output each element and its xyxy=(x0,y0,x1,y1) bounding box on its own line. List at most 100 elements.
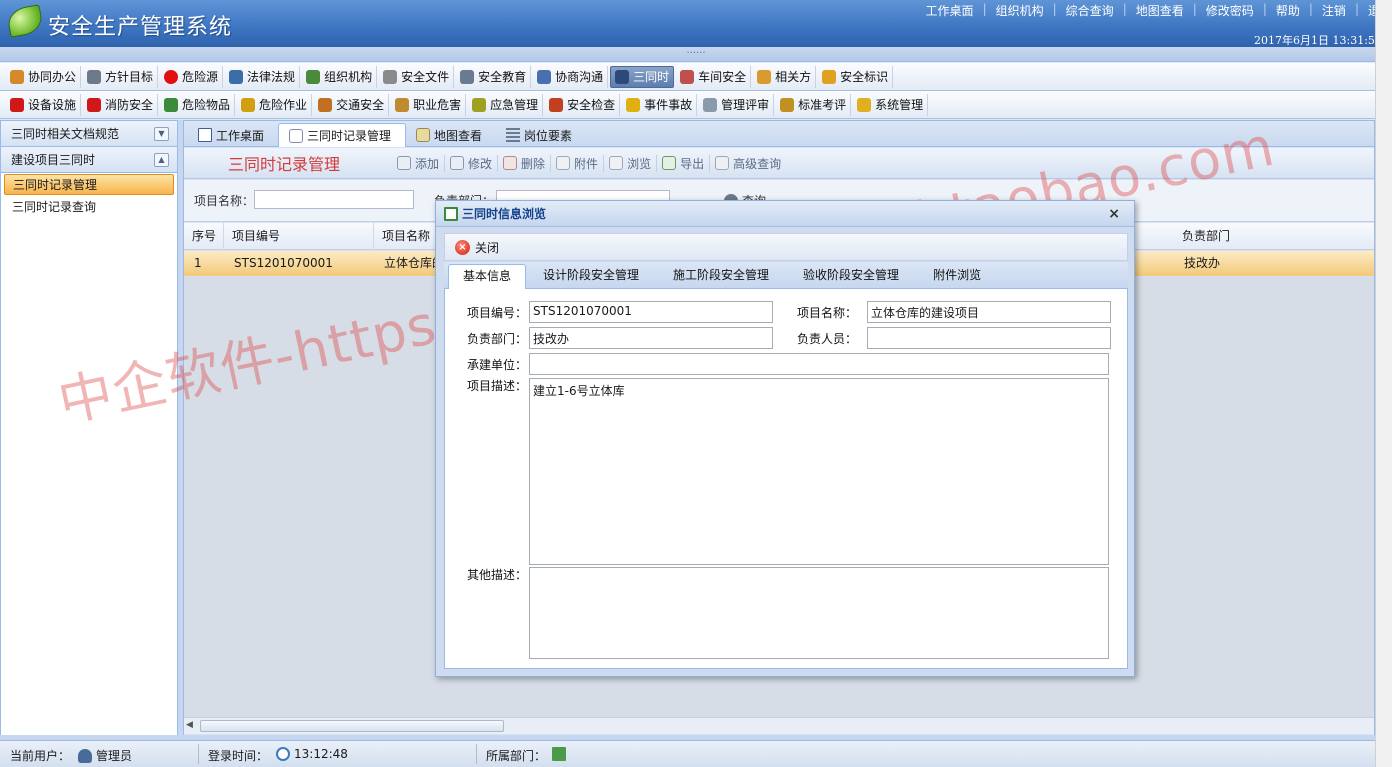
edit-button[interactable]: 修改 xyxy=(445,154,499,172)
module-button-row2-4[interactable]: 交通安全 xyxy=(314,93,390,116)
col-dept[interactable]: 负责部门 xyxy=(1174,223,1374,250)
module-button-row2-7[interactable]: 安全检查 xyxy=(545,93,621,116)
attachment-button[interactable]: 附件 xyxy=(551,154,605,172)
tab-desktop[interactable]: 工作桌面 xyxy=(188,123,278,147)
module-button-row1-3[interactable]: 法律法规 xyxy=(225,65,301,88)
module-button-row2-10[interactable]: 标准考评 xyxy=(776,93,852,116)
contractor-field[interactable] xyxy=(529,353,1109,375)
module-button-row2-2[interactable]: 危险物品 xyxy=(160,93,236,116)
dept-field[interactable]: 技改办 xyxy=(529,327,773,349)
tab-acceptance-safety[interactable]: 验收阶段安全管理 xyxy=(786,264,916,289)
tab-map[interactable]: 地图查看 xyxy=(406,123,496,147)
module-button-row2-8[interactable]: 事件事故 xyxy=(622,93,698,116)
module-button-row1-11[interactable]: 安全标识 xyxy=(818,65,894,88)
module-label: 安全标识 xyxy=(840,70,889,84)
accordion-docs-header[interactable]: 三同时相关文档规范 ▼ xyxy=(1,121,177,147)
status-bar: 当前用户： 管理员 登录时间： 13:12:48 所属部门： xyxy=(0,740,1375,767)
module-button-row1-10[interactable]: 相关方 xyxy=(753,65,817,88)
dialog-title-bar[interactable]: 三同时信息浏览 × xyxy=(436,201,1134,227)
red-dot-icon xyxy=(164,69,179,84)
module-button-row2-1[interactable]: 消防安全 xyxy=(83,93,159,116)
scrollbar-thumb[interactable] xyxy=(200,720,504,732)
module-toolbar-1: 协同办公 方针目标 危险源 法律法规 组织机构 安全文件 安全教育 协商沟通 三同时 车间安全 相关… xyxy=(0,63,1380,91)
edit-icon xyxy=(289,128,304,143)
top-links: 工作桌面| 组织机构| 综合查询| 地图查看| 修改密码| 帮助| 注销| 退出 xyxy=(917,2,1392,18)
tab-desktop-label: 工作桌面 xyxy=(216,128,265,143)
top-link-password[interactable]: 修改密码 xyxy=(1197,2,1263,18)
project-name-field[interactable]: 立体仓库的建设项目 xyxy=(867,301,1111,323)
module-button-row1-0[interactable]: 协同办公 xyxy=(6,65,82,88)
date-time: 2017年6月1日 13:31:54 xyxy=(1254,34,1382,47)
dialog-title: 三同时信息浏览 xyxy=(462,207,547,221)
warning-icon xyxy=(626,97,641,112)
top-link-desktop[interactable]: 工作桌面 xyxy=(917,2,983,18)
module-button-row1-2[interactable]: 危险源 xyxy=(160,65,224,88)
project-name-filter-input[interactable] xyxy=(254,190,414,209)
login-time: 13:12:48 xyxy=(276,747,348,761)
module-button-row2-6[interactable]: 应急管理 xyxy=(468,93,544,116)
horizontal-scrollbar[interactable]: ◀ xyxy=(184,717,1374,734)
project-name-filter-label: 项目名称： xyxy=(194,194,255,208)
dialog-close-button[interactable]: × 关闭 xyxy=(455,239,499,256)
close-circle-icon: × xyxy=(455,239,470,255)
chevron-down-icon[interactable]: ▼ xyxy=(154,127,169,141)
scroll-left-icon[interactable]: ◀ xyxy=(186,720,193,730)
module-button-row1-9[interactable]: 车间安全 xyxy=(676,65,752,88)
advanced-query-button[interactable]: 高级查询 xyxy=(710,155,786,172)
module-button-row1-7[interactable]: 协商沟通 xyxy=(533,65,609,88)
module-label: 相关方 xyxy=(775,70,812,84)
top-link-org[interactable]: 组织机构 xyxy=(987,2,1053,18)
delete-icon xyxy=(503,156,518,170)
tab-basic-info[interactable]: 基本信息 xyxy=(448,264,527,289)
page-vertical-scrollbar[interactable] xyxy=(1375,0,1392,767)
list-icon xyxy=(506,128,521,142)
add-button[interactable]: 添加 xyxy=(392,154,446,172)
other-description-textarea[interactable] xyxy=(529,567,1109,659)
dept-label: 负责部门： xyxy=(467,332,528,346)
org-chart-icon xyxy=(306,69,321,84)
description-textarea[interactable]: 建立1-6号立体库 xyxy=(529,378,1109,565)
module-button-row1-8[interactable]: 三同时 xyxy=(610,65,675,88)
sidebar-item-record-manage[interactable]: 三同时记录管理 xyxy=(4,174,174,195)
project-name-label: 项目名称： xyxy=(797,306,858,320)
chevron-up-icon[interactable]: ▲ xyxy=(154,153,169,167)
module-button-row2-11[interactable]: 系统管理 xyxy=(853,93,929,116)
close-icon[interactable]: × xyxy=(1108,206,1120,222)
tab-record-manage[interactable]: 三同时记录管理 xyxy=(278,123,407,147)
top-link-query[interactable]: 综合查询 xyxy=(1057,2,1123,18)
col-seq[interactable]: 序号 xyxy=(184,223,224,250)
module-button-row2-0[interactable]: 设备设施 xyxy=(6,93,82,116)
top-link-logout[interactable]: 注销 xyxy=(1313,2,1355,18)
module-button-row1-1[interactable]: 方针目标 xyxy=(83,65,159,88)
top-link-help[interactable]: 帮助 xyxy=(1267,2,1309,18)
project-code-field[interactable]: STS1201070001 xyxy=(529,301,773,323)
header-splitter[interactable]: ······ xyxy=(0,47,1392,62)
module-label: 事件事故 xyxy=(644,98,693,112)
browse-button[interactable]: 浏览 xyxy=(604,154,658,172)
tab-post-elements[interactable]: 岗位要素 xyxy=(496,123,586,147)
module-label: 安全文件 xyxy=(401,70,450,84)
module-button-row2-5[interactable]: 职业危害 xyxy=(391,93,467,116)
dept-icon xyxy=(552,747,566,761)
module-button-row2-3[interactable]: 危险作业 xyxy=(237,93,313,116)
sidebar-item-record-query[interactable]: 三同时记录查询 xyxy=(4,196,174,217)
info-browse-dialog: 三同时信息浏览 × × 关闭 基本信息 设计阶段安全管理 施工阶段安全管理 验收… xyxy=(435,200,1135,677)
export-icon xyxy=(662,156,677,170)
review-icon xyxy=(703,97,718,112)
export-button[interactable]: 导出 xyxy=(657,154,711,172)
current-user-label: 当前用户： xyxy=(10,749,71,763)
add-icon xyxy=(397,156,411,170)
module-button-row1-5[interactable]: 安全文件 xyxy=(379,65,455,88)
col-code[interactable]: 项目编号 xyxy=(224,223,374,250)
tab-construction-safety[interactable]: 施工阶段安全管理 xyxy=(656,264,786,289)
person-field[interactable] xyxy=(867,327,1111,349)
accordion-project-header[interactable]: 建设项目三同时 ▲ xyxy=(1,147,177,173)
delete-button[interactable]: 删除 xyxy=(498,154,552,172)
project-code-label: 项目编号： xyxy=(467,306,528,320)
top-link-map[interactable]: 地图查看 xyxy=(1127,2,1193,18)
module-button-row1-4[interactable]: 组织机构 xyxy=(302,65,378,88)
tab-design-safety[interactable]: 设计阶段安全管理 xyxy=(526,264,656,289)
module-button-row1-6[interactable]: 安全教育 xyxy=(456,65,532,88)
tab-attachment-browse[interactable]: 附件浏览 xyxy=(916,264,998,289)
module-button-row2-9[interactable]: 管理评审 xyxy=(699,93,775,116)
